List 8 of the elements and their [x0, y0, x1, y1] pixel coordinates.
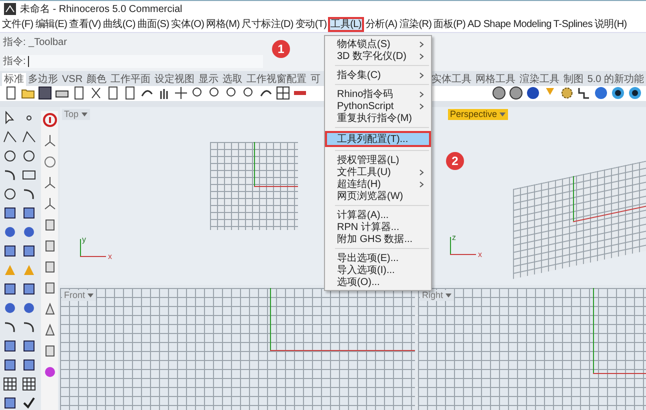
axis-indicator-drawing: y x: [80, 235, 112, 261]
viewport-name: Perspective: [450, 109, 498, 120]
window-title: 未命名 - Rhinoceros 5.0 Commercial: [20, 2, 182, 16]
axis-indicator-drawing: z x: [450, 233, 482, 259]
viewport-name: Right: [422, 290, 444, 301]
viewport-name: Top: [64, 109, 79, 120]
command-history: 指令: _Toolbar: [3, 36, 67, 48]
viewport-name: Front: [64, 290, 86, 301]
